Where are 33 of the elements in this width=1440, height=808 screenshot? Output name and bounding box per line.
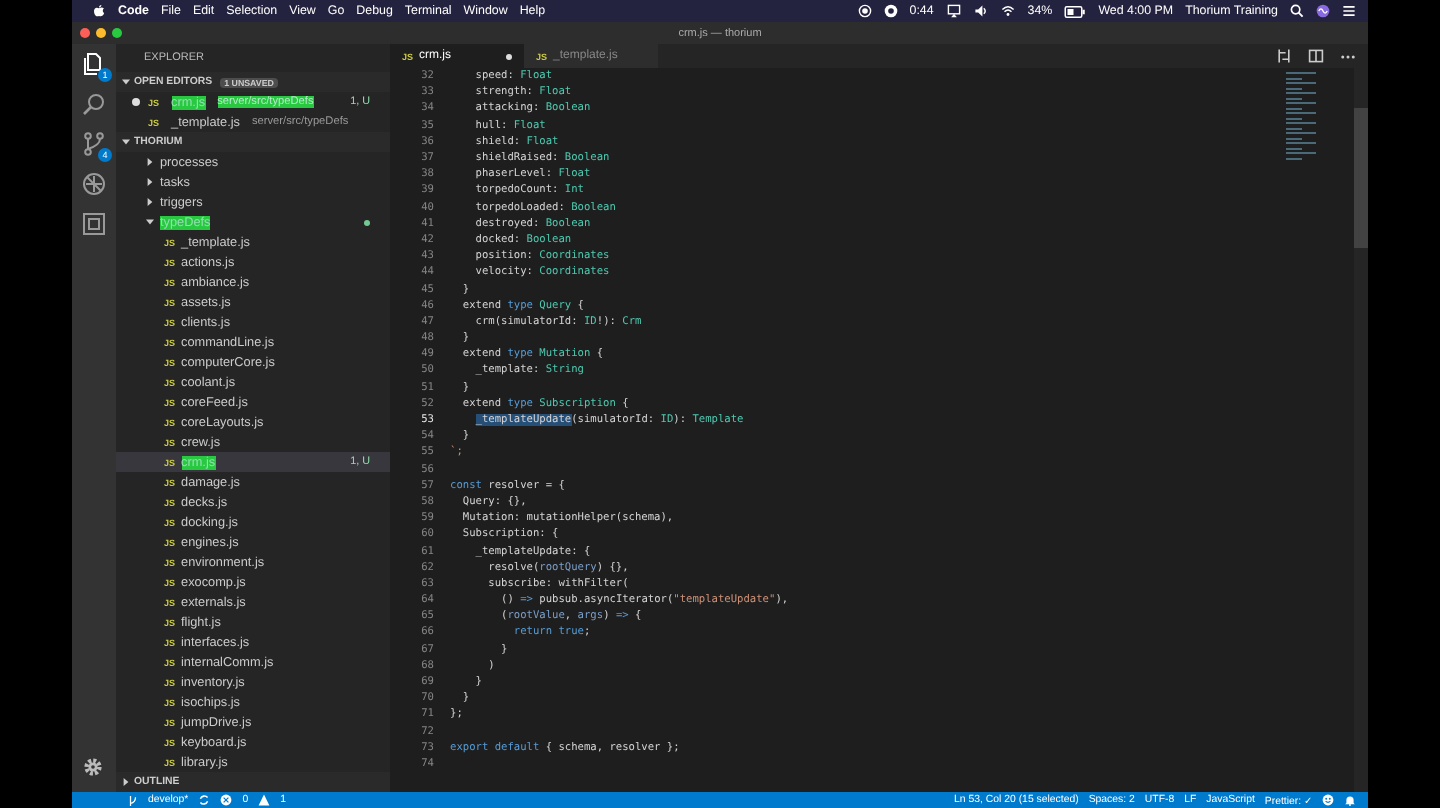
sync-icon[interactable] [198,794,211,806]
more-icon[interactable] [1340,53,1356,59]
list-icon[interactable] [1342,4,1356,18]
search-icon[interactable] [1290,4,1304,18]
chevron-down-icon[interactable] [146,218,154,226]
battery-icon[interactable] [1064,5,1087,17]
chevron-right-icon[interactable] [122,778,130,786]
chevron-right-icon[interactable] [146,178,154,186]
error-icon[interactable] [220,794,233,806]
wifi-icon[interactable] [999,4,1016,18]
chevron-down-icon[interactable] [122,78,130,86]
extensions-icon[interactable] [82,212,106,236]
timer-icon[interactable] [883,4,898,18]
close-button[interactable] [80,28,90,38]
airplay-icon[interactable] [945,4,962,18]
volume-icon[interactable] [973,4,988,18]
settings-icon[interactable] [82,756,106,780]
chevron-down-icon[interactable] [122,138,130,146]
chevron-right-icon[interactable] [146,198,154,206]
bell-icon[interactable] [1344,794,1356,806]
zoom-button[interactable] [112,28,122,38]
minimize-button[interactable] [96,28,106,38]
chevron-right-icon[interactable] [146,158,154,166]
record-icon[interactable] [857,4,872,18]
scrollbar[interactable] [1354,68,1368,792]
apple-logo-icon[interactable] [92,4,106,18]
split-editor-icon[interactable] [1308,48,1324,64]
siri-icon[interactable] [1316,4,1330,18]
debug-icon[interactable] [82,172,106,196]
compare-icon[interactable] [1276,48,1292,64]
unsaved-dot-icon[interactable] [132,98,140,106]
smiley-icon[interactable] [1322,794,1334,806]
change-dot-icon [364,219,370,225]
